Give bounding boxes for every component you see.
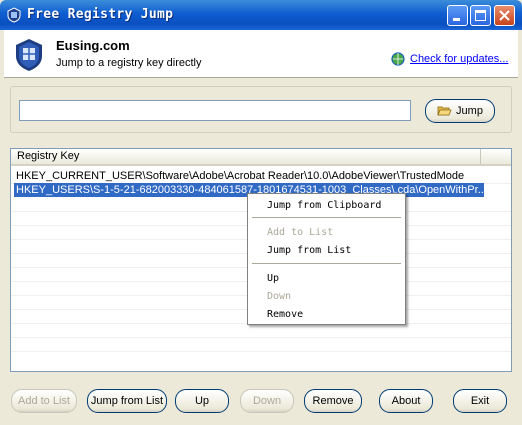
row-divider [11,337,511,338]
menu-item-up[interactable]: Up [250,270,403,287]
up-button[interactable]: Up [175,389,229,413]
column-header-registry-key[interactable]: Registry Key [11,149,481,164]
close-button[interactable] [494,5,515,26]
menu-item-remove[interactable]: Remove [250,306,403,323]
down-button[interactable]: Down [240,389,294,413]
row-divider [11,351,511,352]
menu-item-jump-from-clipboard[interactable]: Jump from Clipboard [250,197,403,214]
header-banner: Eusing.com Jump to a registry key direct… [4,30,518,78]
menu-separator [252,263,401,265]
maximize-button[interactable] [470,5,491,26]
app-window: Free Registry Jump Eusing.com Jump to a … [0,0,522,425]
minimize-button[interactable] [447,5,468,26]
jump-from-list-button[interactable]: Jump from List [87,389,167,413]
maximize-icon [475,10,486,21]
remove-button[interactable]: Remove [304,389,362,413]
jump-group: Jump [10,86,512,133]
folder-open-icon [437,106,452,116]
exit-button[interactable]: Exit [453,389,507,413]
title-bar[interactable]: Free Registry Jump [0,0,522,30]
menu-separator [252,217,401,219]
minimize-icon [453,18,460,21]
check-updates-link[interactable]: Check for updates... [410,53,508,65]
context-menu: Jump from Clipboard Add to List Jump fro… [247,193,406,325]
menu-item-add-to-list[interactable]: Add to List [250,224,403,241]
app-subtitle: Jump to a registry key directly [56,57,202,69]
menu-item-jump-from-list[interactable]: Jump from List [250,242,403,259]
registry-shield-icon [16,39,42,71]
window-title: Free Registry Jump [27,7,174,22]
app-icon [7,7,21,23]
globe-refresh-icon[interactable] [390,51,406,67]
close-icon [499,10,510,21]
jump-button[interactable]: Jump [425,99,495,123]
list-header: Registry Key [11,149,511,166]
about-button[interactable]: About [379,389,433,413]
add-to-list-button[interactable]: Add to List [11,389,77,413]
brand-name: Eusing.com [56,38,130,53]
menu-item-down[interactable]: Down [250,288,403,305]
jump-button-label: Jump [456,105,483,117]
registry-key-input[interactable] [19,100,411,121]
list-item[interactable]: HKEY_CURRENT_USER\Software\Adobe\Acrobat… [14,169,484,183]
